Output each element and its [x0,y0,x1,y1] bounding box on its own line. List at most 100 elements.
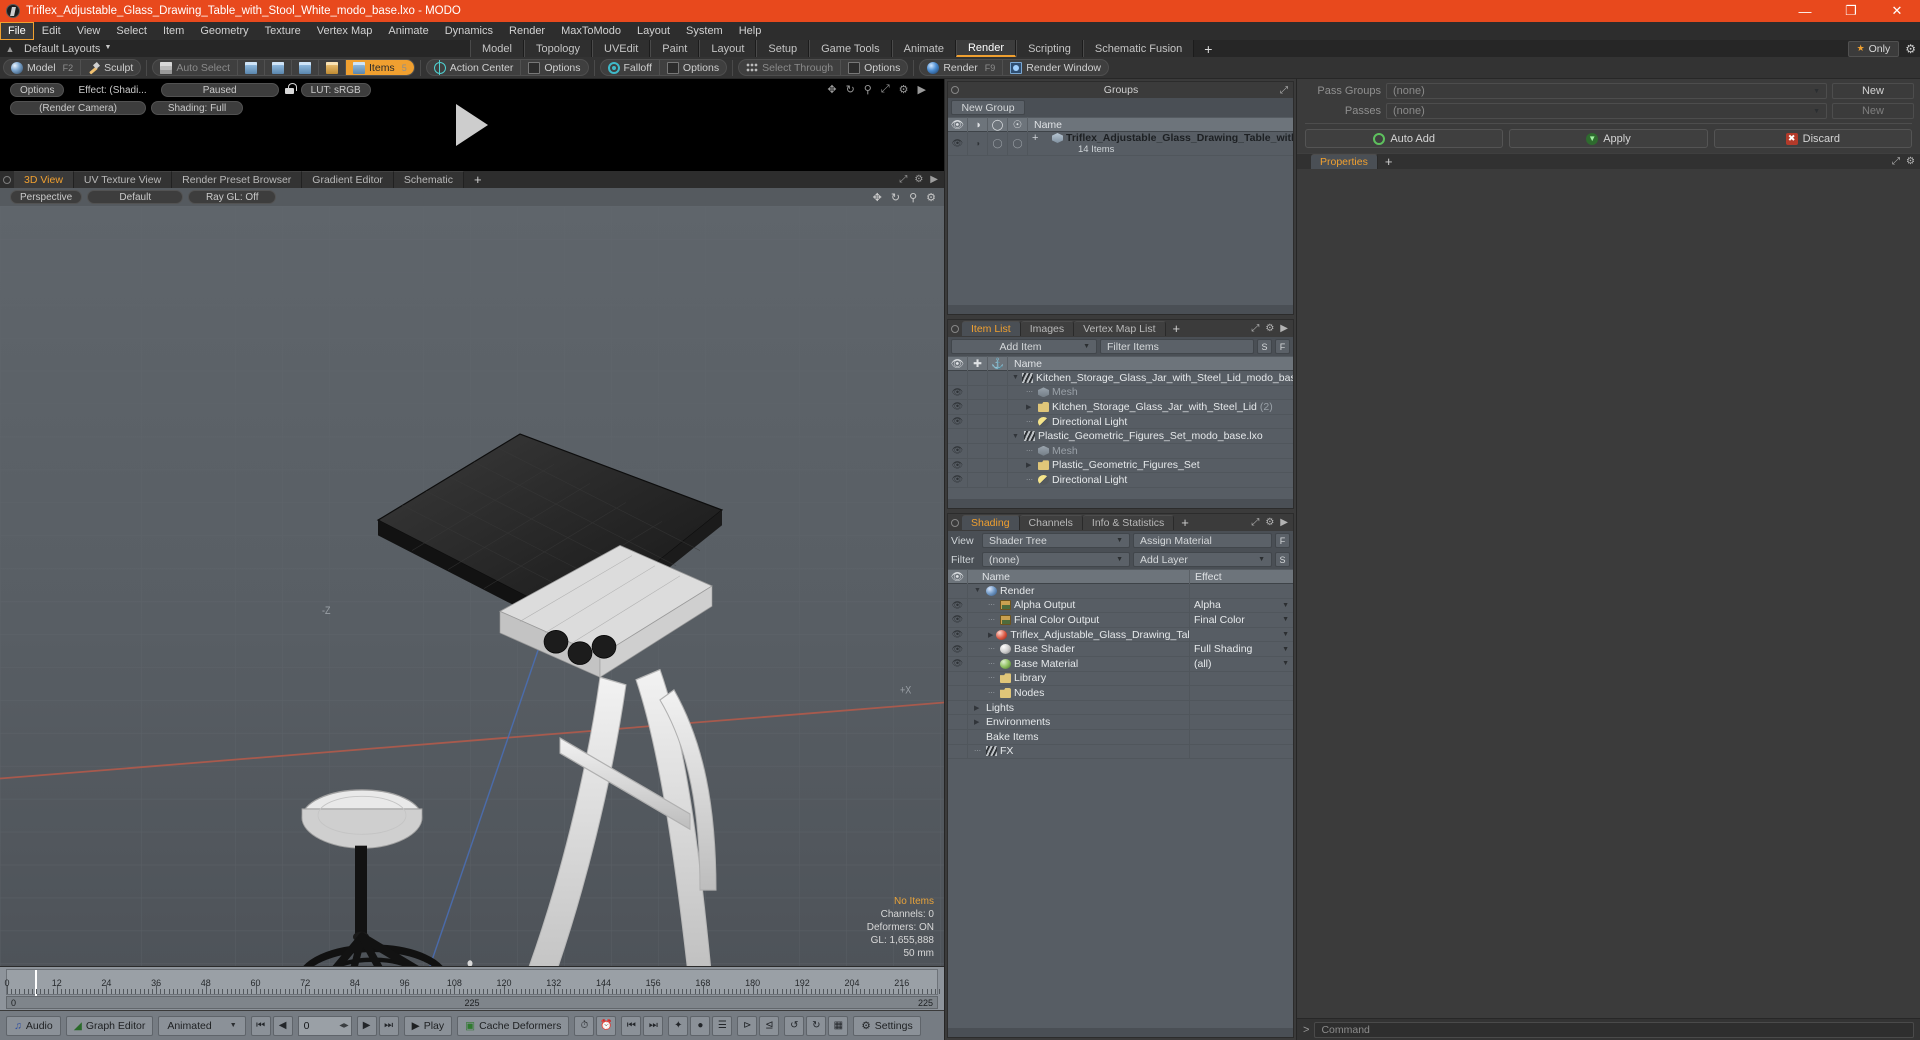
apply-button[interactable]: ▼ Apply [1509,129,1708,148]
menu-system[interactable]: System [678,22,731,40]
viewport-menu-dot[interactable] [0,171,14,188]
tab-paint[interactable]: Paint [650,40,700,57]
shader-name-cell[interactable]: Environments [968,716,1189,728]
row-lock-toggle[interactable] [968,399,988,415]
audio-button[interactable]: ♫ Audio [6,1015,61,1036]
menu-geometry[interactable]: Geometry [192,22,256,40]
maximize-button[interactable]: ❐ [1828,0,1874,22]
gear-icon[interactable]: ⚙ [926,191,936,204]
row-lock-toggle[interactable] [968,428,988,444]
properties-panel-body[interactable] [1297,169,1920,1018]
items-mode-button[interactable]: Items 5 [346,60,414,75]
shader-tree-row[interactable]: ⋯ Nodes [948,685,1293,701]
chevron-right-icon[interactable]: ▶ [1280,517,1288,528]
edge-mode-button[interactable] [265,60,293,75]
shader-name-cell[interactable]: ⋯ Base Shader [968,643,1189,655]
add-tab-button[interactable]: + [1194,40,1222,57]
shader-effect-cell[interactable]: (all) ▼ [1189,656,1293,672]
expand-icon[interactable]: ⤢ [1251,517,1259,528]
menu-file[interactable]: File [0,22,34,40]
shader-tree-row[interactable]: Render [948,584,1293,599]
shader-name-cell[interactable]: ⋯ Alpha Output [968,599,1189,611]
timeline[interactable]: 0 12 24 36 48 60 72 84 96 108 120 132 144 156 168 180 19… [0,966,944,1010]
shader-effect-cell[interactable] [1189,671,1293,686]
group-row[interactable]: 👁 ◑ ◯ ◯ + Triflex_Adjustable_Glass_Drawi… [948,132,1293,156]
menu-view[interactable]: View [69,22,109,40]
action-center-button[interactable]: Action Center [427,60,522,75]
render-window-button[interactable]: Render Window [1003,60,1108,75]
panel-menu-dot[interactable] [948,325,962,333]
add-layer-dropdown[interactable]: Add Layer ▼ [1133,552,1272,567]
viewport-projection-button[interactable]: Perspective [10,190,83,204]
row-visibility-toggle[interactable]: 👁 [948,598,968,613]
key-channels-icon[interactable]: ☰ [712,1015,733,1036]
render-button[interactable]: Render F9 [920,60,1004,75]
go-to-end-button[interactable]: ⏭ [378,1015,399,1036]
groups-list-body[interactable]: 👁 ◑ ◯ ◯ + Triflex_Adjustable_Glass_Drawi… [948,132,1293,305]
row-visibility-toggle[interactable] [948,685,968,701]
menu-dynamics[interactable]: Dynamics [437,22,501,40]
row-visibility-toggle[interactable]: 👁 [948,656,968,672]
polygon-mode-button[interactable] [292,60,320,75]
tab-uvedit[interactable]: UVEdit [592,40,651,57]
new-group-button[interactable]: New Group [951,100,1025,115]
select-through-button[interactable]: Select Through [739,60,842,75]
tab-layout[interactable]: Layout [699,40,757,57]
add-properties-tab-button[interactable]: + [1378,154,1400,169]
shader-view-dropdown[interactable]: Shader Tree ▼ [982,533,1130,548]
row-axis-toggle[interactable] [988,443,1008,459]
settings-button[interactable]: ⚙ Settings [853,1015,921,1036]
add-shading-tab-button[interactable]: + [1174,515,1196,530]
viewport-style-button[interactable]: Default [87,190,184,204]
preview-options-button[interactable]: Options [10,83,65,97]
menu-item[interactable]: Item [155,22,192,40]
preview-paused-button[interactable]: Paused [160,83,279,97]
default-layouts-dropdown[interactable]: Default Layouts ▼ [16,43,119,55]
row-visibility-toggle[interactable] [948,729,968,745]
item-name-cell[interactable]: Plastic_Geometric_Figures_Set [1008,459,1293,471]
loop-icon[interactable]: ↺ [784,1015,805,1036]
item-list-row[interactable]: 👁 ⋯ Mesh [948,385,1293,401]
shader-effect-cell[interactable] [1189,744,1293,759]
gear-icon[interactable]: ⚙ [1906,156,1915,167]
animation-mode-dropdown[interactable]: Animated ▼ [158,1015,246,1036]
gear-icon[interactable]: ⚙ [1265,323,1274,334]
sculpt-mode-button[interactable]: Sculpt [81,60,140,75]
item-list-row[interactable]: Plastic_Geometric_Figures_Set_modo_base.… [948,428,1293,444]
menu-vertex-map[interactable]: Vertex Map [309,22,381,40]
play-button[interactable]: ▶ Play [403,1015,453,1036]
row-visibility-toggle[interactable]: 👁 [948,641,968,657]
chevron-down-icon[interactable]: ▼ [1282,602,1289,609]
row-visibility-toggle[interactable] [948,700,968,715]
item-list-body[interactable]: Kitchen_Storage_Glass_Jar_with_Steel_Lid… [948,371,1293,499]
collapse-arrow-icon[interactable]: ▲ [4,43,16,55]
item-name-cell[interactable]: ⋯ Mesh [1008,445,1293,457]
zoom-icon[interactable]: ⚲ [909,191,917,204]
item-name-cell[interactable]: Kitchen_Storage_Glass_Jar_with_Steel_Lid… [1008,372,1293,384]
tab-3d-view[interactable]: 3D View [14,171,74,188]
row-visibility-toggle[interactable] [948,671,968,686]
pan-icon[interactable]: ✥ [827,83,836,96]
graph-editor-button[interactable]: ◢ Graph Editor [65,1015,154,1036]
shader-tree-row[interactable]: Environments [948,714,1293,730]
command-input[interactable]: Command [1314,1021,1914,1038]
fit-icon[interactable]: ⤢ [881,83,890,96]
gear-icon[interactable]: ⚙ [899,83,909,96]
shader-tree-body[interactable]: Render 👁 ⋯ Alpha Output Alpha ▼ 👁 ⋯ Final C… [948,584,1293,1028]
pass-groups-dropdown[interactable]: (none) ▼ [1386,83,1827,99]
row-visibility-toggle[interactable]: 👁 [948,472,968,488]
tab-item-list[interactable]: Item List [962,321,1021,336]
row-visibility-toggle[interactable] [948,371,968,386]
prev-key-icon[interactable]: ⏮ [621,1015,642,1036]
material-mode-button[interactable] [319,60,347,75]
menu-select[interactable]: Select [108,22,155,40]
expand-icon[interactable]: ⤢ [1280,85,1288,96]
item-list-row[interactable]: Kitchen_Storage_Glass_Jar_with_Steel_Lid… [948,371,1293,386]
timeline-range-bar[interactable]: 0 225 225 [6,996,938,1009]
preview-camera-button[interactable]: (Render Camera) [10,101,146,115]
chevron-right-icon[interactable]: ▶ [918,83,926,96]
delete-key-icon[interactable]: ● [690,1015,711,1036]
row-lock-toggle[interactable] [968,385,988,400]
tab-animate[interactable]: Animate [891,40,956,57]
go-to-start-button[interactable]: ⏮ [250,1015,271,1036]
